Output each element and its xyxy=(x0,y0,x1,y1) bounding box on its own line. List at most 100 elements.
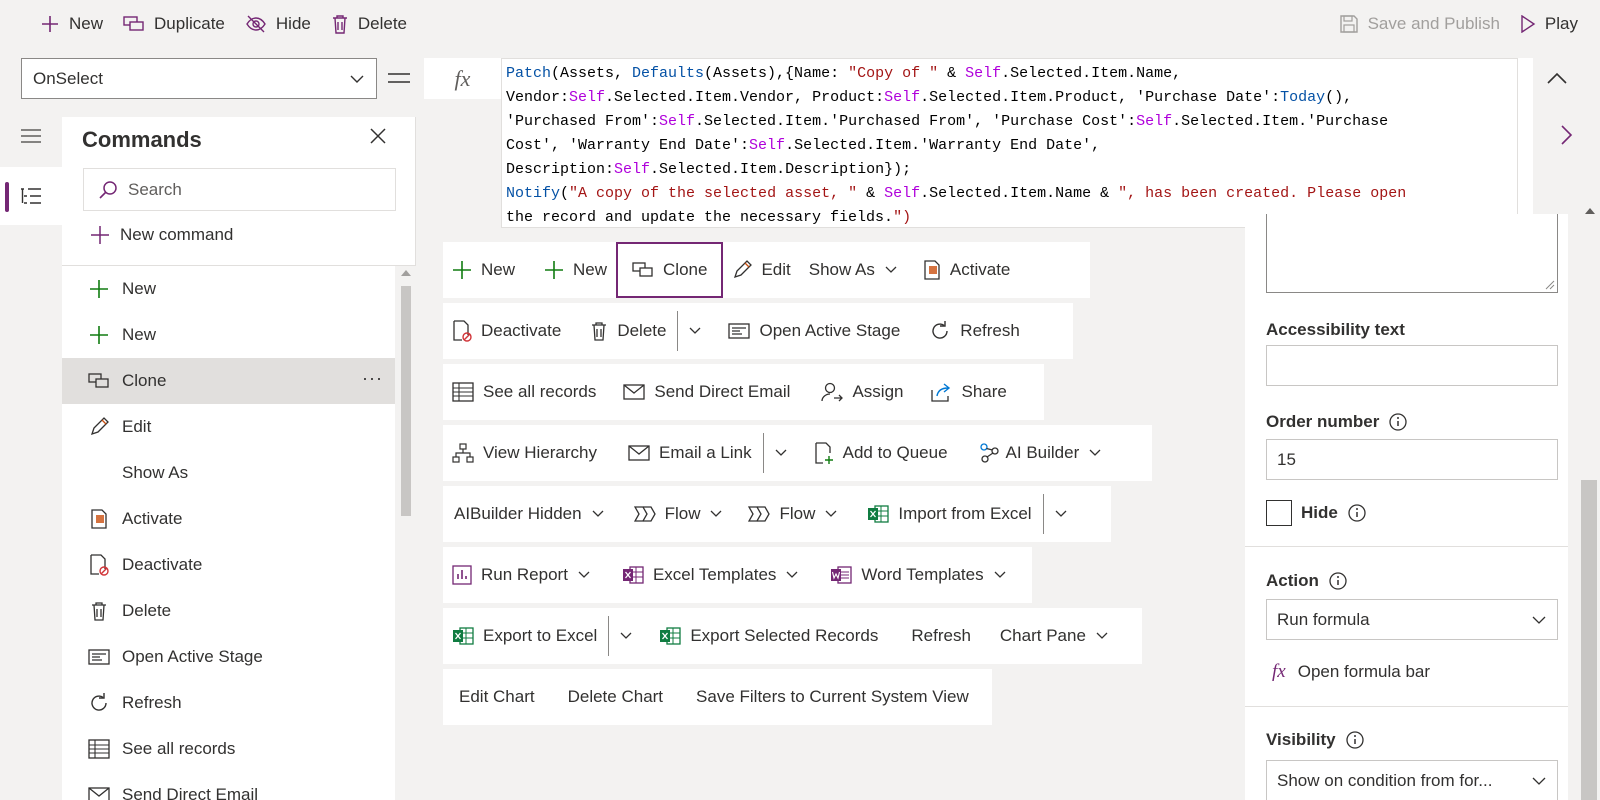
save-publish-button[interactable]: Save and Publish xyxy=(1329,0,1510,47)
canvas-ai-builder-button[interactable]: AI Builder xyxy=(957,425,1112,481)
canvas-view-hierarchy-button[interactable]: View Hierarchy xyxy=(443,425,606,481)
new-button[interactable]: New xyxy=(30,0,113,47)
properties-scroll-thumb[interactable] xyxy=(1581,480,1597,800)
formula-line: 'Purchased From':Self.Selected.Item.'Pur… xyxy=(506,113,1389,130)
activate-icon xyxy=(88,508,110,530)
canvas-open-active-stage-label: Open Active Stage xyxy=(759,321,901,340)
command-list-scrollbar[interactable] xyxy=(395,266,416,800)
canvas-deactivate-button[interactable]: Deactivate xyxy=(443,303,570,359)
command-list-item[interactable]: See all records xyxy=(62,726,395,772)
command-list-item[interactable]: New xyxy=(62,266,395,312)
canvas-delete-chart-button[interactable]: Delete Chart xyxy=(544,669,672,725)
delete-button[interactable]: Delete xyxy=(321,0,417,47)
more-options-icon[interactable]: ··· xyxy=(362,368,383,389)
excel-icon xyxy=(868,505,890,523)
canvas-edit-button[interactable]: Edit xyxy=(723,242,799,298)
tooltip-textarea[interactable] xyxy=(1266,214,1558,293)
split-divider xyxy=(677,311,679,351)
canvas-share-button[interactable]: Share xyxy=(912,364,1015,420)
canvas-send-direct-email-button[interactable]: Send Direct Email xyxy=(605,364,799,420)
canvas-refresh-chart-button[interactable]: Refresh xyxy=(887,608,980,664)
new-command-button[interactable]: New command xyxy=(90,217,233,253)
canvas-import-excel-button[interactable]: Import from Excel xyxy=(847,486,1040,542)
canvas-assign-button[interactable]: Assign xyxy=(799,364,912,420)
hamburger-menu-icon[interactable] xyxy=(20,128,42,144)
info-icon[interactable] xyxy=(1345,730,1365,750)
play-button[interactable]: Play xyxy=(1510,0,1588,47)
open-formula-bar-button[interactable]: fx Open formula bar xyxy=(1272,661,1430,683)
command-list-item[interactable]: Delete xyxy=(62,588,395,634)
canvas-aibuilder-hidden-label: AIBuilder Hidden xyxy=(454,504,582,523)
formula-scrollbar[interactable] xyxy=(1517,58,1533,228)
order-number-input[interactable]: 15 xyxy=(1266,439,1558,480)
properties-divider xyxy=(1245,706,1568,707)
command-list-item[interactable]: Edit xyxy=(62,404,395,450)
chevron-right-icon[interactable] xyxy=(1560,124,1574,146)
chevron-down-icon xyxy=(885,266,897,273)
canvas-flow-button[interactable]: Flow xyxy=(614,486,733,542)
canvas-new-button[interactable]: New xyxy=(443,242,524,298)
formula-line: Description:Self.Selected.Item.Descripti… xyxy=(506,161,912,178)
panel-title: Commands xyxy=(82,127,202,152)
canvas-edit-chart-button[interactable]: Edit Chart xyxy=(443,669,544,725)
command-list-item[interactable]: Show As xyxy=(62,450,395,496)
import-excel-split-dropdown[interactable] xyxy=(1046,486,1076,542)
duplicate-button[interactable]: Duplicate xyxy=(113,0,235,47)
scroll-up-arrow-icon[interactable] xyxy=(1585,208,1595,214)
search-input[interactable]: Search xyxy=(83,168,396,211)
canvas-save-filters-button[interactable]: Save Filters to Current System View xyxy=(672,669,978,725)
commands-panel: Commands Search New command New New Clone ·… xyxy=(62,117,416,800)
command-list-item[interactable]: New xyxy=(62,312,395,358)
canvas-email-link-button[interactable]: Email a Link xyxy=(606,425,761,481)
info-icon[interactable] xyxy=(1328,571,1348,591)
canvas-activate-button[interactable]: Activate xyxy=(907,242,1019,298)
share-icon xyxy=(931,383,951,402)
info-icon[interactable] xyxy=(1388,412,1408,432)
formula-editor[interactable]: Patch(Assets, Defaults(Assets),{Name: "C… xyxy=(501,58,1533,228)
canvas-add-to-queue-button[interactable]: Add to Queue xyxy=(796,425,957,481)
fx-button[interactable]: fx xyxy=(424,58,501,99)
ai-builder-icon xyxy=(979,443,999,463)
accessibility-text-input[interactable] xyxy=(1266,345,1558,386)
canvas-refresh-button[interactable]: Refresh xyxy=(909,303,1029,359)
canvas-see-all-records-button[interactable]: See all records xyxy=(443,364,605,420)
equals-icon xyxy=(388,73,410,83)
hide-checkbox[interactable] xyxy=(1266,500,1292,526)
refresh-icon xyxy=(88,692,110,714)
visibility-dropdown[interactable]: Show on condition from for... xyxy=(1266,760,1558,800)
canvas-export-excel-button[interactable]: Export to Excel xyxy=(443,608,606,664)
email-link-split-dropdown[interactable] xyxy=(766,425,796,481)
property-dropdown[interactable]: OnSelect xyxy=(21,58,377,99)
canvas-word-templates-button[interactable]: Word Templates xyxy=(808,547,1015,603)
plus-icon xyxy=(42,15,58,32)
canvas-export-selected-button[interactable]: Export Selected Records xyxy=(641,608,887,664)
command-list-item[interactable]: Activate xyxy=(62,496,395,542)
command-list-item[interactable]: Deactivate xyxy=(62,542,395,588)
canvas-excel-templates-button[interactable]: Excel Templates xyxy=(600,547,808,603)
command-list-item[interactable]: Send Direct Email xyxy=(62,772,395,800)
chevron-up-icon[interactable] xyxy=(1546,70,1568,86)
scroll-thumb[interactable] xyxy=(401,286,411,516)
command-list-item[interactable]: Clone ··· xyxy=(62,358,395,404)
canvas-delete-button[interactable]: Delete xyxy=(570,303,675,359)
info-icon[interactable] xyxy=(1347,503,1367,523)
canvas-new-button-2[interactable]: New xyxy=(524,242,616,298)
canvas-open-active-stage-button[interactable]: Open Active Stage xyxy=(710,303,909,359)
command-list-item[interactable]: Refresh xyxy=(62,680,395,726)
new-command-label: New command xyxy=(120,225,234,244)
canvas-run-report-button[interactable]: Run Report xyxy=(443,547,600,603)
resize-handle-icon[interactable] xyxy=(1545,280,1555,290)
action-dropdown[interactable]: Run formula xyxy=(1266,599,1558,640)
scroll-up-arrow-icon[interactable] xyxy=(401,270,411,276)
command-list-item[interactable]: Open Active Stage xyxy=(62,634,395,680)
canvas-flow-button-2[interactable]: Flow xyxy=(732,486,847,542)
canvas-clone-button[interactable]: Clone xyxy=(616,242,724,298)
canvas-chart-pane-button[interactable]: Chart Pane xyxy=(980,608,1118,664)
canvas-show-as-button[interactable]: Show As xyxy=(800,242,907,298)
hide-button[interactable]: Hide xyxy=(235,0,321,47)
deactivate-icon xyxy=(453,320,472,342)
canvas-aibuilder-hidden-button[interactable]: AIBuilder Hidden xyxy=(443,486,614,542)
close-icon[interactable] xyxy=(368,126,388,146)
delete-split-dropdown[interactable] xyxy=(680,303,710,359)
export-excel-split-dropdown[interactable] xyxy=(611,608,641,664)
